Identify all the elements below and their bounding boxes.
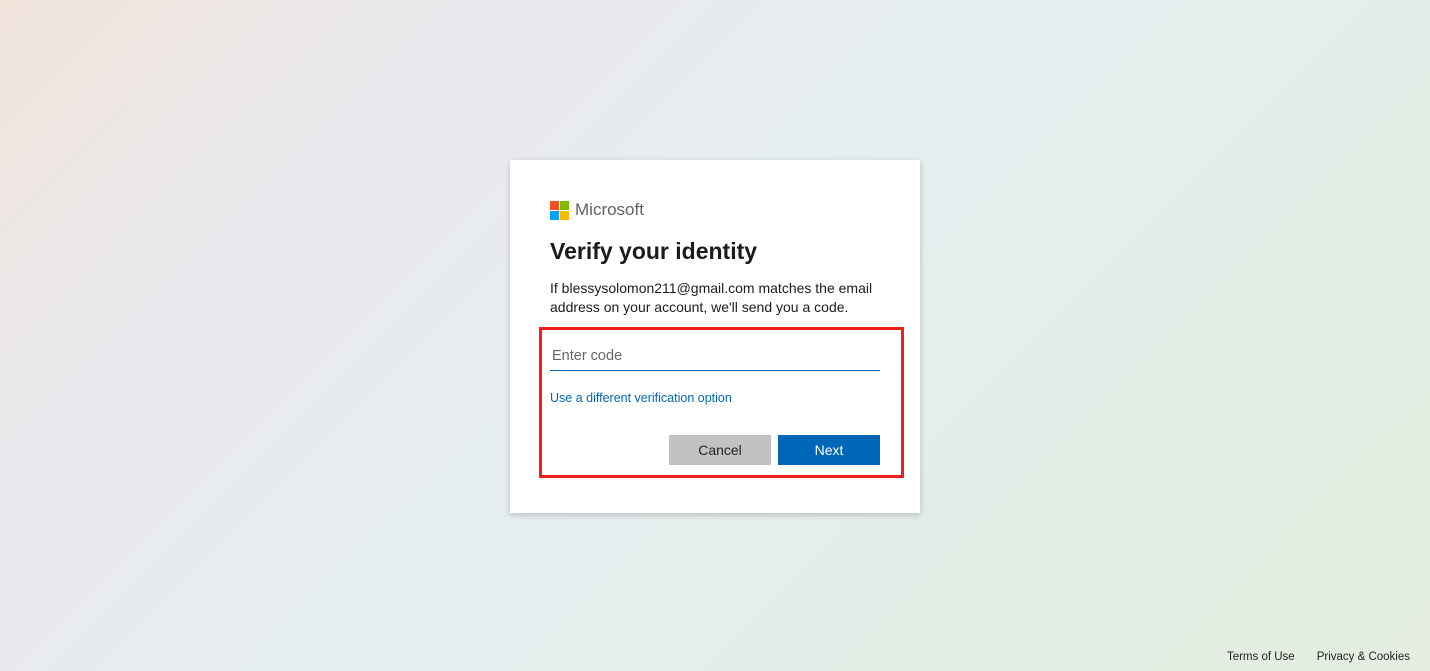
footer-links: Terms of Use Privacy & Cookies <box>1227 651 1410 663</box>
terms-of-use-link[interactable]: Terms of Use <box>1227 651 1295 663</box>
dialog-description: If blessysolomon211@gmail.com matches th… <box>550 279 880 317</box>
code-input[interactable] <box>550 340 880 371</box>
button-row: Cancel Next <box>550 435 880 465</box>
brand-name: Microsoft <box>575 200 644 220</box>
next-button[interactable]: Next <box>778 435 880 465</box>
dialog-heading: Verify your identity <box>550 238 880 265</box>
highlighted-form-area: Use a different verification option Canc… <box>539 327 904 478</box>
cancel-button[interactable]: Cancel <box>669 435 771 465</box>
microsoft-logo-icon <box>550 201 569 220</box>
verify-identity-dialog: Microsoft Verify your identity If blessy… <box>510 160 920 513</box>
brand-logo: Microsoft <box>550 200 880 220</box>
different-verification-link[interactable]: Use a different verification option <box>550 391 732 405</box>
privacy-cookies-link[interactable]: Privacy & Cookies <box>1317 651 1410 663</box>
